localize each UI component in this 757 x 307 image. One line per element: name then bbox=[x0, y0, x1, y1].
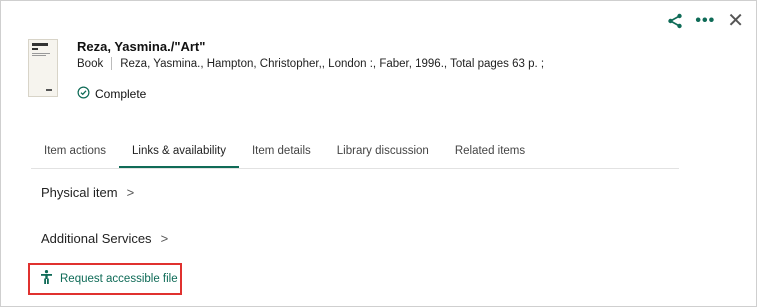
tab-related-items[interactable]: Related items bbox=[442, 137, 538, 168]
close-icon[interactable]: ✕ bbox=[727, 11, 744, 31]
book-cover-thumbnail[interactable] bbox=[28, 39, 58, 97]
chevron-right-icon: > bbox=[126, 185, 135, 200]
tab-item-actions[interactable]: Item actions bbox=[31, 137, 119, 168]
chevron-right-icon: > bbox=[160, 231, 169, 246]
status-label: Complete bbox=[95, 87, 147, 101]
request-accessible-file-button[interactable]: Request accessible file bbox=[28, 263, 182, 295]
record-panel: ••• ✕ Reza, Yasmina./"Art" Book Reza, Ya… bbox=[0, 0, 757, 307]
more-icon[interactable]: ••• bbox=[695, 13, 715, 29]
additional-services-section[interactable]: Additional Services > bbox=[41, 231, 168, 246]
request-accessible-file-label: Request accessible file bbox=[60, 273, 178, 285]
additional-services-label: Additional Services bbox=[41, 231, 152, 246]
tab-bar: Item actions Links & availability Item d… bbox=[31, 137, 679, 169]
tab-links-availability[interactable]: Links & availability bbox=[119, 137, 239, 168]
check-circle-icon bbox=[77, 86, 90, 102]
meta-divider bbox=[111, 57, 113, 70]
tab-library-discussion[interactable]: Library discussion bbox=[324, 137, 442, 168]
record-title[interactable]: Reza, Yasmina./"Art" bbox=[77, 39, 205, 54]
status-indicator: Complete bbox=[77, 86, 146, 102]
physical-item-section[interactable]: Physical item > bbox=[41, 185, 134, 200]
format-label: Book bbox=[77, 57, 104, 70]
record-meta: Book Reza, Yasmina., Hampton, Christophe… bbox=[77, 57, 544, 70]
physical-item-label: Physical item bbox=[41, 185, 118, 200]
accessibility-icon bbox=[41, 269, 52, 289]
tab-item-details[interactable]: Item details bbox=[239, 137, 324, 168]
citation-text: Reza, Yasmina., Hampton, Christopher,, L… bbox=[120, 57, 545, 70]
share-icon[interactable] bbox=[667, 13, 683, 29]
top-actions: ••• ✕ bbox=[667, 11, 744, 31]
